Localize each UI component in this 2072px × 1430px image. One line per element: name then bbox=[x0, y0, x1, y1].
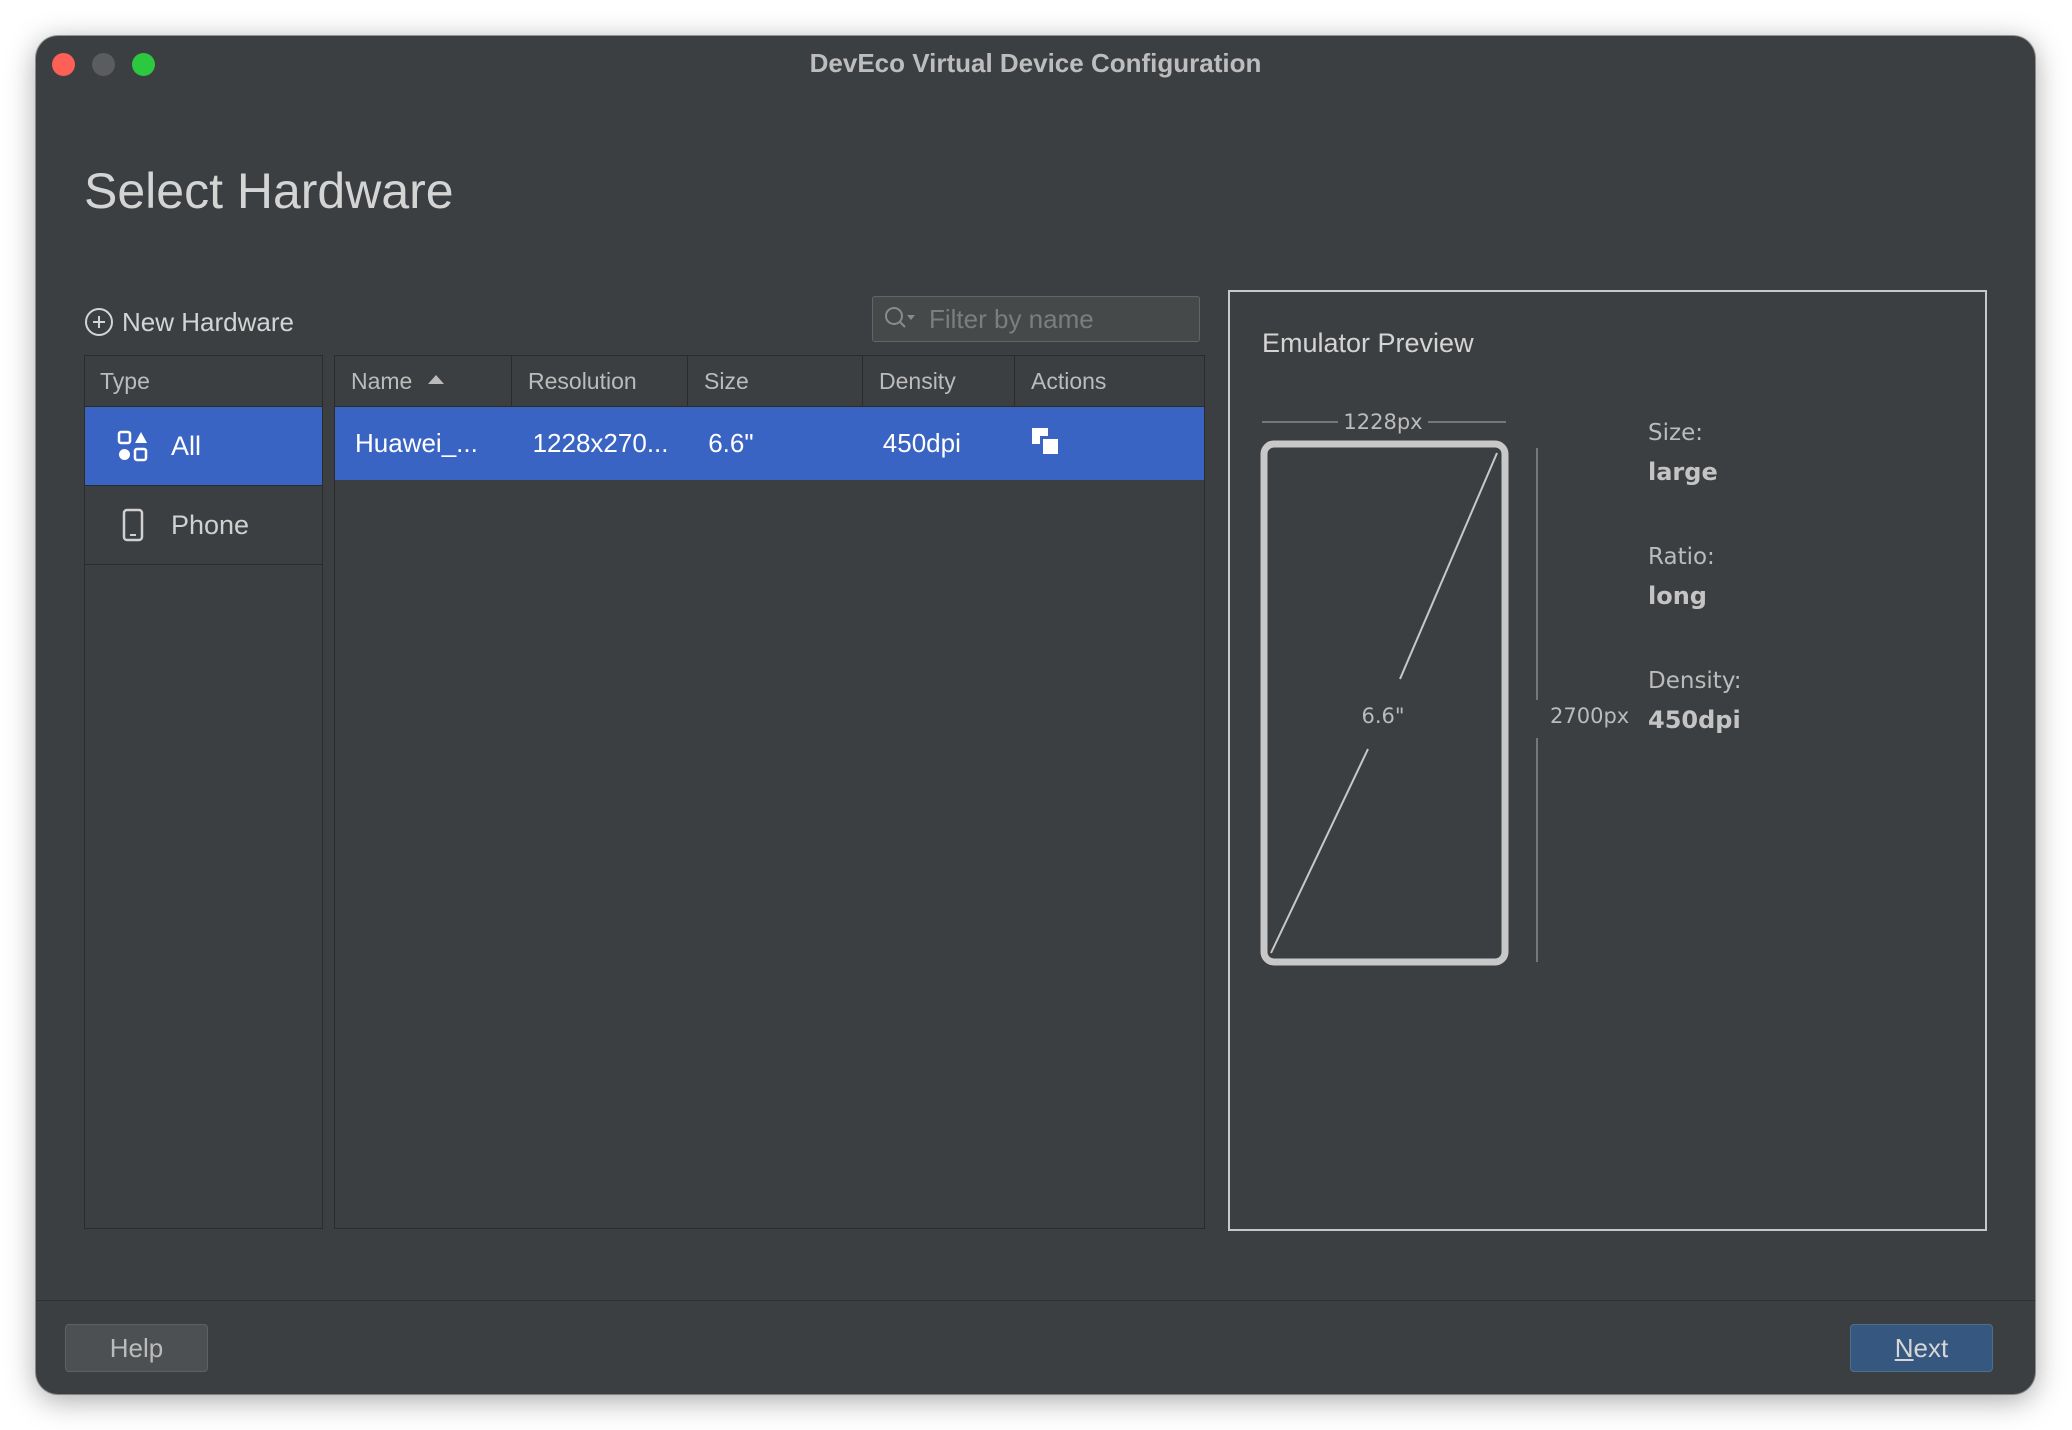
type-item-label: Phone bbox=[171, 509, 250, 540]
title-bar: DevEco Virtual Device Configuration bbox=[36, 36, 2035, 92]
emulator-preview-panel: Emulator Preview 1228px 6.6" 2700px Size… bbox=[1228, 290, 1987, 1231]
footer-divider bbox=[36, 1300, 2035, 1301]
spec-value: long bbox=[1648, 582, 1707, 610]
device-outline-diagram: 1228px 6.6" 2700px bbox=[1260, 410, 1629, 966]
category-grid-icon bbox=[115, 430, 151, 462]
height-label: 2700px bbox=[1550, 704, 1629, 728]
width-label: 1228px bbox=[1343, 410, 1422, 434]
cell-name: Huawei_... bbox=[355, 428, 478, 458]
type-item-label: All bbox=[171, 430, 202, 461]
dialog-window: DevEco Virtual Device Configuration Sele… bbox=[36, 36, 2035, 1394]
spec-ratio: Ratio: long bbox=[1648, 544, 1715, 610]
column-header-label: Name bbox=[351, 367, 413, 394]
next-label-rest: ext bbox=[1913, 1332, 1949, 1363]
column-header-actions[interactable]: Actions bbox=[1015, 356, 1204, 406]
column-header-resolution[interactable]: Resolution bbox=[512, 356, 688, 406]
cell-density: 450dpi bbox=[882, 428, 961, 458]
sort-ascending-icon bbox=[428, 375, 445, 384]
device-frame bbox=[1260, 440, 1509, 966]
add-circle-icon bbox=[85, 308, 113, 336]
cell-resolution: 1228x270... bbox=[532, 428, 669, 458]
column-header-label: Size bbox=[704, 367, 749, 394]
window-title: DevEco Virtual Device Configuration bbox=[809, 48, 1262, 78]
next-button[interactable]: Next bbox=[1850, 1324, 1993, 1372]
spec-label: Ratio: bbox=[1648, 544, 1715, 570]
type-item-all[interactable]: All bbox=[85, 407, 322, 486]
new-hardware-button[interactable]: New Hardware bbox=[84, 304, 294, 340]
spec-label: Size: bbox=[1648, 420, 1703, 446]
type-panel: Type All Phone bbox=[84, 355, 323, 1229]
diagonal-line-lower bbox=[1270, 748, 1369, 954]
spec-size: Size: large bbox=[1648, 420, 1718, 486]
cell-size: 6.6" bbox=[708, 428, 754, 458]
column-header-label: Density bbox=[879, 367, 956, 394]
page-title: Select Hardware bbox=[84, 163, 454, 219]
diagonal-line-upper bbox=[1399, 452, 1498, 680]
column-header-name[interactable]: Name bbox=[335, 356, 512, 406]
spec-density: Density: 450dpi bbox=[1648, 668, 1742, 734]
spec-label: Density: bbox=[1648, 668, 1742, 694]
filter-input[interactable] bbox=[927, 302, 1181, 336]
new-hardware-label: New Hardware bbox=[122, 306, 294, 337]
next-mnemonic: N bbox=[1894, 1332, 1914, 1363]
column-header-density[interactable]: Density bbox=[863, 356, 1015, 406]
filter-field[interactable] bbox=[872, 296, 1200, 342]
spec-value: 450dpi bbox=[1648, 706, 1741, 734]
type-column-header: Type bbox=[85, 356, 322, 407]
table-row[interactable]: Huawei_... 1228x270... 6.6" 450dpi bbox=[335, 407, 1204, 480]
hardware-table: Name Resolution Size Density Actions Hua… bbox=[334, 355, 1205, 1229]
help-button[interactable]: Help bbox=[65, 1324, 208, 1372]
column-header-label: Resolution bbox=[528, 367, 637, 394]
table-header: Name Resolution Size Density Actions bbox=[335, 356, 1204, 407]
type-item-phone[interactable]: Phone bbox=[85, 486, 322, 565]
phone-icon bbox=[115, 508, 151, 542]
cell-actions bbox=[1014, 422, 1204, 465]
column-header-size[interactable]: Size bbox=[688, 356, 863, 406]
column-header-label: Actions bbox=[1031, 367, 1107, 394]
diagonal-label: 6.6" bbox=[1361, 704, 1404, 728]
search-icon bbox=[885, 307, 915, 328]
spec-value: large bbox=[1648, 458, 1718, 486]
clone-icon[interactable] bbox=[1030, 426, 1062, 458]
